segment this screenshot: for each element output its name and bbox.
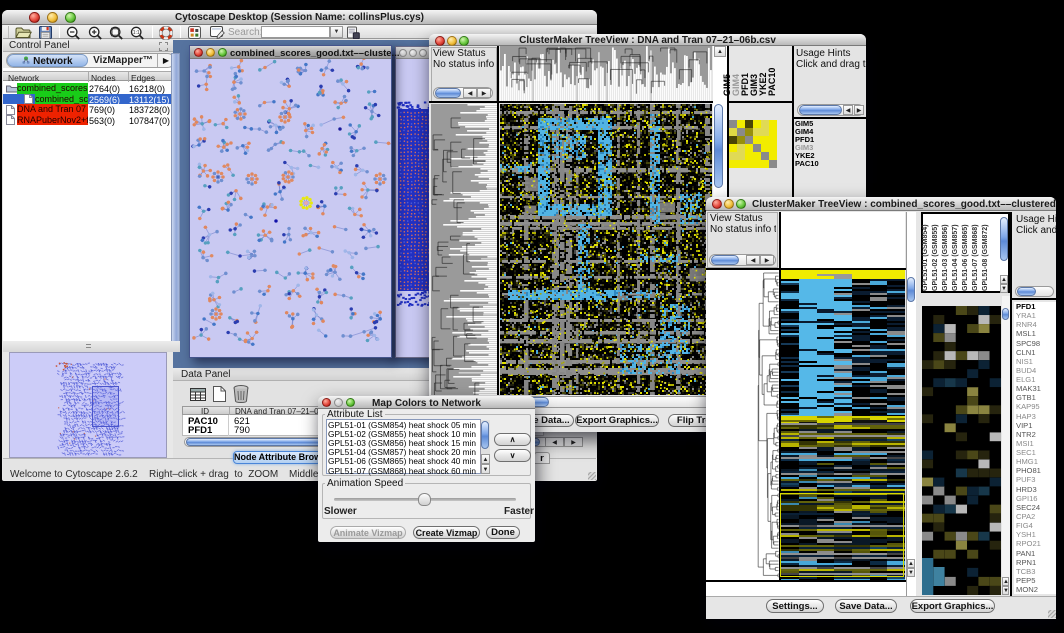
svg-text:1:1: 1:1	[133, 30, 140, 36]
